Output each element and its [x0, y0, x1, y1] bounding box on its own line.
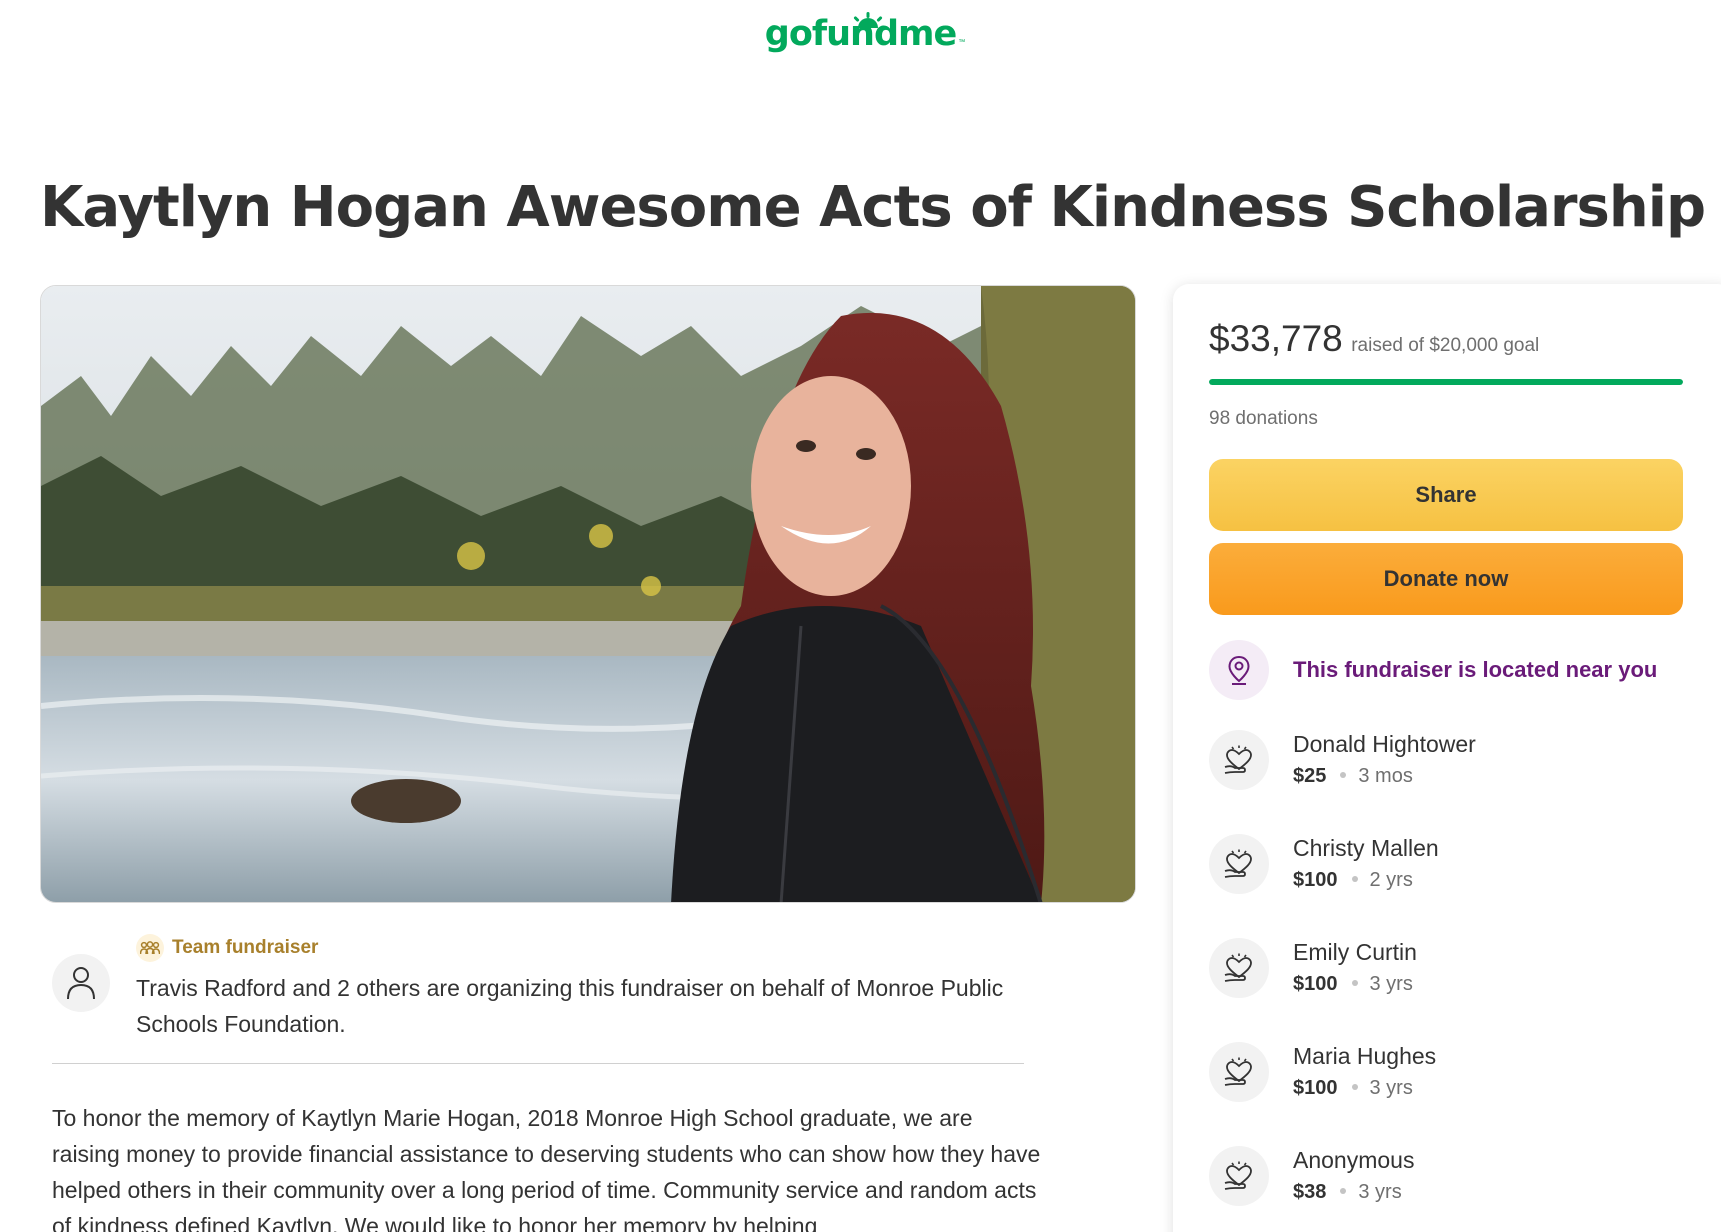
donor-meta: $38 3 yrs — [1293, 1176, 1414, 1208]
team-label-text: Team fundraiser — [172, 937, 319, 958]
donor-name: Donald Hightower — [1293, 731, 1476, 757]
campaign-hero-image[interactable] — [40, 285, 1136, 903]
donor-meta: $100 3 yrs — [1293, 968, 1417, 1000]
donor-item: Anonymous $38 3 yrs — [1209, 1141, 1414, 1211]
raised-summary: $33,778 raised of $20,000 goal — [1209, 318, 1539, 360]
separator-dot — [1340, 1188, 1347, 1195]
donor-item: Donald Hightower $25 3 mos — [1209, 725, 1476, 795]
donor-time: 3 mos — [1358, 765, 1413, 787]
organizer-description: Travis Radford and 2 others are organizi… — [136, 975, 1004, 1037]
donor-amount: $100 — [1293, 973, 1338, 995]
section-divider — [52, 1063, 1024, 1064]
share-button[interactable]: Share — [1209, 459, 1683, 531]
heart-hand-icon — [1209, 834, 1269, 894]
separator-dot — [1351, 876, 1358, 883]
donate-now-button[interactable]: Donate now — [1209, 543, 1683, 615]
location-pin-icon — [1209, 640, 1269, 700]
donor-details: Christy Mallen $100 2 yrs — [1293, 832, 1439, 896]
separator-dot — [1351, 1084, 1358, 1091]
progress-fill — [1209, 379, 1683, 385]
separator-dot — [1351, 980, 1358, 987]
organizer-avatar[interactable] — [52, 954, 110, 1012]
donor-amount: $25 — [1293, 765, 1327, 787]
progress-bar — [1209, 379, 1683, 385]
hero-photo — [41, 286, 1135, 902]
logo-sun-icon — [853, 12, 882, 28]
donor-details: Anonymous $38 3 yrs — [1293, 1144, 1414, 1208]
donor-name: Christy Mallen — [1293, 835, 1439, 861]
donor-details: Maria Hughes $100 3 yrs — [1293, 1040, 1436, 1104]
header: gofundme ™ — [0, 12, 1721, 54]
donor-meta: $25 3 mos — [1293, 760, 1476, 792]
heart-hand-icon — [1209, 938, 1269, 998]
raised-amount: $33,778 — [1209, 318, 1343, 359]
page: gofundme ™ Kaytlyn Hogan Awesome Acts of… — [0, 0, 1721, 1232]
donor-details: Emily Curtin $100 3 yrs — [1293, 936, 1417, 1000]
user-icon — [67, 967, 95, 1000]
donor-time: 2 yrs — [1369, 869, 1413, 891]
team-fundraiser-label[interactable]: Team fundraiser — [136, 934, 318, 962]
raised-goal: raised of $20,000 goal — [1351, 335, 1540, 356]
donor-time: 3 yrs — [1369, 1077, 1413, 1099]
donor-time: 3 yrs — [1369, 973, 1413, 995]
donor-details: Donald Hightower $25 3 mos — [1293, 728, 1476, 792]
donor-amount: $100 — [1293, 1077, 1338, 1099]
story-text: To honor the memory of Kaytlyn Marie Hog… — [52, 1105, 1041, 1232]
donor-name: Maria Hughes — [1293, 1043, 1437, 1069]
donation-card: $33,778 raised of $20,000 goal 98 donati… — [1173, 284, 1721, 1232]
location-notice-text: This fundraiser is located near you — [1293, 657, 1658, 682]
donor-time: 3 yrs — [1358, 1181, 1402, 1203]
donor-item: Christy Mallen $100 2 yrs — [1209, 829, 1439, 899]
donor-meta: $100 3 yrs — [1293, 1072, 1436, 1104]
donor-item: Emily Curtin $100 3 yrs — [1209, 933, 1417, 1003]
gofundme-logo[interactable]: gofundme ™ — [765, 12, 965, 54]
donor-name: Emily Curtin — [1293, 939, 1417, 965]
logo-trademark: ™ — [958, 39, 966, 46]
donor-meta: $100 2 yrs — [1293, 864, 1439, 896]
location-notice: This fundraiser is located near you — [1209, 640, 1657, 700]
donations-count[interactable]: 98 donations — [1209, 408, 1318, 430]
separator-dot — [1340, 772, 1347, 779]
heart-hand-icon — [1209, 1042, 1269, 1102]
donor-amount: $38 — [1293, 1181, 1327, 1203]
heart-hand-icon — [1209, 730, 1269, 790]
donor-name: Anonymous — [1293, 1147, 1415, 1173]
team-icon — [136, 934, 164, 962]
donor-amount: $100 — [1293, 869, 1338, 891]
donor-item: Maria Hughes $100 3 yrs — [1209, 1037, 1436, 1107]
heart-hand-icon — [1209, 1146, 1269, 1206]
campaign-title: Kaytlyn Hogan Awesome Acts of Kindness S… — [40, 175, 1706, 240]
